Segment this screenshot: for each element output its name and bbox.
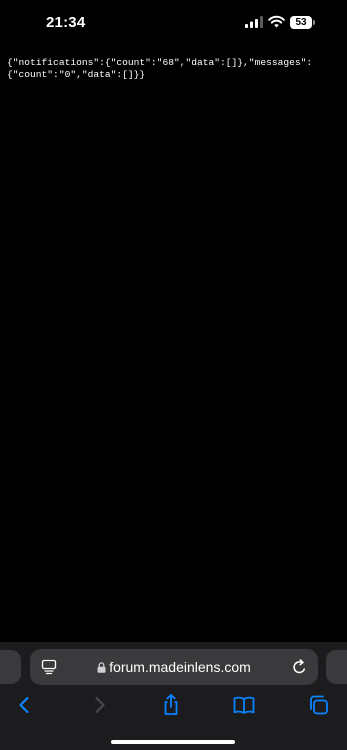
tabs-icon [310, 695, 328, 715]
forward-button[interactable] [86, 692, 112, 718]
next-tab-peek[interactable] [326, 650, 347, 684]
battery-icon: 53 [290, 16, 317, 29]
lock-icon [97, 662, 106, 673]
url-text: forum.madeinlens.com [109, 659, 251, 675]
reload-icon[interactable] [292, 659, 307, 675]
address-display[interactable]: forum.madeinlens.com [70, 649, 278, 685]
book-icon [233, 696, 255, 714]
previous-tab-peek[interactable] [0, 650, 21, 684]
status-bar: 21:34 53 [0, 0, 347, 46]
battery-level: 53 [290, 16, 312, 29]
safari-screen: 21:34 53 {"notifications":{"count":"68",… [0, 0, 347, 750]
signal-icon [245, 16, 263, 28]
address-bar[interactable]: forum.madeinlens.com [30, 649, 318, 685]
browser-nav-row [0, 692, 347, 718]
back-button[interactable] [12, 692, 38, 718]
chevron-right-icon [95, 696, 105, 714]
bookmarks-button[interactable] [231, 692, 257, 718]
json-response-text: {"notifications":{"count":"68","data":[]… [7, 57, 313, 80]
tabs-button[interactable] [306, 692, 332, 718]
home-indicator[interactable] [111, 740, 235, 744]
chevron-left-icon [19, 696, 29, 714]
share-icon [164, 694, 178, 715]
wifi-icon [268, 15, 285, 28]
status-time: 21:34 [46, 14, 86, 31]
safari-bottom-toolbar: forum.madeinlens.com [0, 642, 347, 750]
page-menu-icon[interactable] [41, 659, 57, 675]
share-button[interactable] [158, 692, 184, 718]
battery-tip [313, 20, 315, 25]
